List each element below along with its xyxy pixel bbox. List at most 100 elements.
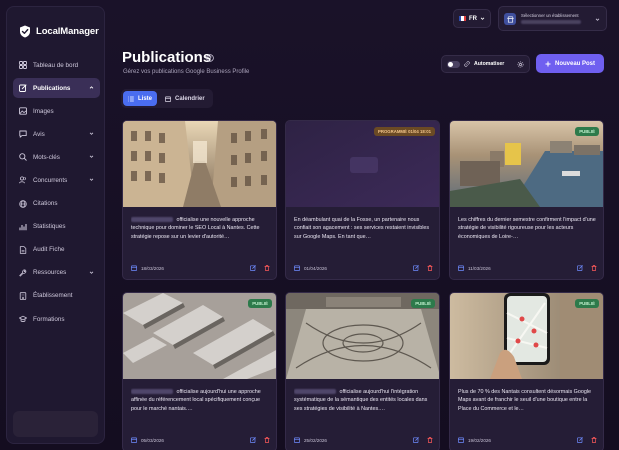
- image-icon: [19, 107, 27, 115]
- trash-icon[interactable]: [427, 437, 433, 443]
- sidebar-item-label: Avis: [33, 130, 45, 138]
- sidebar-item-label: Publications: [33, 84, 71, 92]
- status-badge: PUBLIÉ: [411, 299, 435, 308]
- sidebar-item-concurrents[interactable]: Concurrents: [13, 170, 100, 190]
- post-footer: 05/03/2026: [131, 436, 270, 444]
- calendar-icon: [294, 437, 300, 443]
- sidebar-item-label: Concurrents: [33, 176, 68, 184]
- tab-liste[interactable]: Liste: [123, 91, 158, 106]
- trash-icon[interactable]: [591, 437, 597, 443]
- calendar-icon: [458, 437, 464, 443]
- sidebar-item-citations[interactable]: Citations: [13, 194, 100, 214]
- chevron-down-icon: [89, 154, 94, 159]
- sidebar-item-formations[interactable]: Formations: [13, 309, 100, 329]
- post-date: 11/03/2026: [468, 265, 491, 271]
- gear-icon[interactable]: [517, 61, 524, 68]
- edit-icon[interactable]: [413, 265, 419, 271]
- sidebar-item-label: Établissement: [33, 292, 73, 300]
- post-card[interactable]: PROGRAMMÉ 01/04 18:01 En déambulant quai…: [285, 120, 440, 280]
- edit-icon: [19, 84, 27, 93]
- sidebar-item-audit-fiche[interactable]: Audit Fiche: [13, 240, 100, 260]
- chevron-down-icon: [89, 270, 94, 275]
- edit-icon[interactable]: [577, 437, 583, 443]
- post-text-content: En déambulant quai de la Fosse, un parte…: [294, 217, 430, 240]
- new-post-label: Nouveau Post: [554, 60, 595, 67]
- logo[interactable]: LocalManager: [19, 25, 99, 38]
- post-card[interactable]: PUBLIÉ Les chiffres du dernier semestre …: [449, 120, 604, 280]
- post-card[interactable]: PUBLIÉ Plus de 70 % des Nantais consulte…: [449, 292, 604, 450]
- automate-toggle[interactable]: [447, 60, 460, 68]
- language-value: FR: [469, 15, 477, 22]
- post-footer: 18/03/2026: [131, 264, 270, 272]
- post-date: 05/03/2026: [141, 437, 164, 443]
- sidebar-item-publications[interactable]: Publications: [13, 78, 100, 99]
- status-badge: PROGRAMMÉ 01/04 18:01: [373, 127, 435, 136]
- post-image-street: [123, 121, 276, 207]
- chevron-down-icon: [89, 177, 94, 182]
- post-footer: 25/02/2026: [294, 436, 433, 444]
- logo-shield-icon: [20, 25, 30, 38]
- post-text-content: Les chiffres du dernier semestre confirm…: [458, 217, 596, 240]
- post-text: officialise aujourd'hui une approche aff…: [131, 388, 270, 422]
- sidebar-item-label: Statistiques: [33, 223, 66, 231]
- calendar-icon: [131, 265, 137, 271]
- establishment-select[interactable]: Sélectionner un établissement: [498, 6, 607, 31]
- calendar-icon: [131, 437, 137, 443]
- trash-icon[interactable]: [591, 265, 597, 271]
- help-icon[interactable]: [206, 54, 214, 62]
- page-subtitle: Gérez vos publications Google Business P…: [123, 69, 250, 75]
- sidebar-item-label: Audit Fiche: [33, 246, 65, 254]
- status-badge: PUBLIÉ: [575, 127, 599, 136]
- plus-icon: [545, 61, 551, 66]
- calendar-icon: [294, 265, 300, 271]
- sidebar-item-label: Tableau de bord: [33, 61, 79, 69]
- edit-icon[interactable]: [250, 265, 256, 271]
- new-post-button[interactable]: Nouveau Post: [536, 54, 604, 73]
- post-text-content: Plus de 70 % des Nantais consultent déso…: [458, 389, 592, 412]
- user-profile-card[interactable]: [13, 411, 98, 437]
- establishment-name-redacted: [521, 20, 581, 24]
- sidebar-item-mots-cles[interactable]: Mots-clés: [13, 147, 100, 167]
- post-footer: 11/03/2026: [458, 264, 597, 272]
- sidebar-item-label: Citations: [33, 200, 58, 208]
- post-card[interactable]: officialise une nouvelle approche techni…: [122, 120, 277, 280]
- sidebar-item-tableau-de-bord[interactable]: Tableau de bord: [13, 55, 100, 75]
- chevron-up-icon: [89, 85, 94, 90]
- edit-icon[interactable]: [250, 437, 256, 443]
- post-card[interactable]: PUBLIÉ officialise aujourd'hui une appro…: [122, 292, 277, 450]
- trash-icon[interactable]: [264, 437, 270, 443]
- sidebar-item-avis[interactable]: Avis: [13, 124, 100, 144]
- french-flag-icon: [459, 16, 466, 21]
- message-icon: [19, 130, 27, 138]
- sidebar: LocalManager Tableau de bord Publication…: [6, 6, 105, 444]
- sidebar-item-label: Formations: [33, 315, 65, 323]
- building-icon: [19, 292, 27, 300]
- trash-icon[interactable]: [427, 265, 433, 271]
- language-select[interactable]: FR: [453, 9, 491, 28]
- status-badge: PUBLIÉ: [248, 299, 272, 308]
- app-name: LocalManager: [36, 26, 99, 37]
- wrench-icon: [19, 269, 27, 277]
- post-date: 19/02/2026: [468, 437, 491, 443]
- edit-icon[interactable]: [577, 265, 583, 271]
- graduation-icon: [19, 315, 27, 323]
- post-text: Les chiffres du dernier semestre confirm…: [458, 216, 597, 250]
- post-text: En déambulant quai de la Fosse, un parte…: [294, 216, 433, 250]
- post-date: 18/03/2026: [141, 265, 164, 271]
- view-toggle: Liste Calendrier: [121, 89, 213, 108]
- layout-grid-icon: [19, 61, 27, 69]
- sidebar-item-statistiques[interactable]: Statistiques: [13, 217, 100, 237]
- chevron-down-icon: [595, 18, 600, 21]
- sidebar-item-label: Ressources: [33, 269, 67, 277]
- page-title: Publications: [122, 49, 212, 66]
- sidebar-item-etablissement[interactable]: Établissement: [13, 286, 100, 306]
- sidebar-item-images[interactable]: Images: [13, 101, 100, 121]
- redacted-name: [131, 388, 173, 394]
- calendar-icon: [165, 96, 171, 102]
- post-footer: 19/02/2026: [458, 436, 597, 444]
- trash-icon[interactable]: [264, 265, 270, 271]
- tab-calendrier[interactable]: Calendrier: [160, 91, 210, 106]
- post-card[interactable]: PUBLIÉ officialise aujourd'hui l'intégra…: [285, 292, 440, 450]
- sidebar-item-ressources[interactable]: Ressources: [13, 263, 100, 283]
- edit-icon[interactable]: [413, 437, 419, 443]
